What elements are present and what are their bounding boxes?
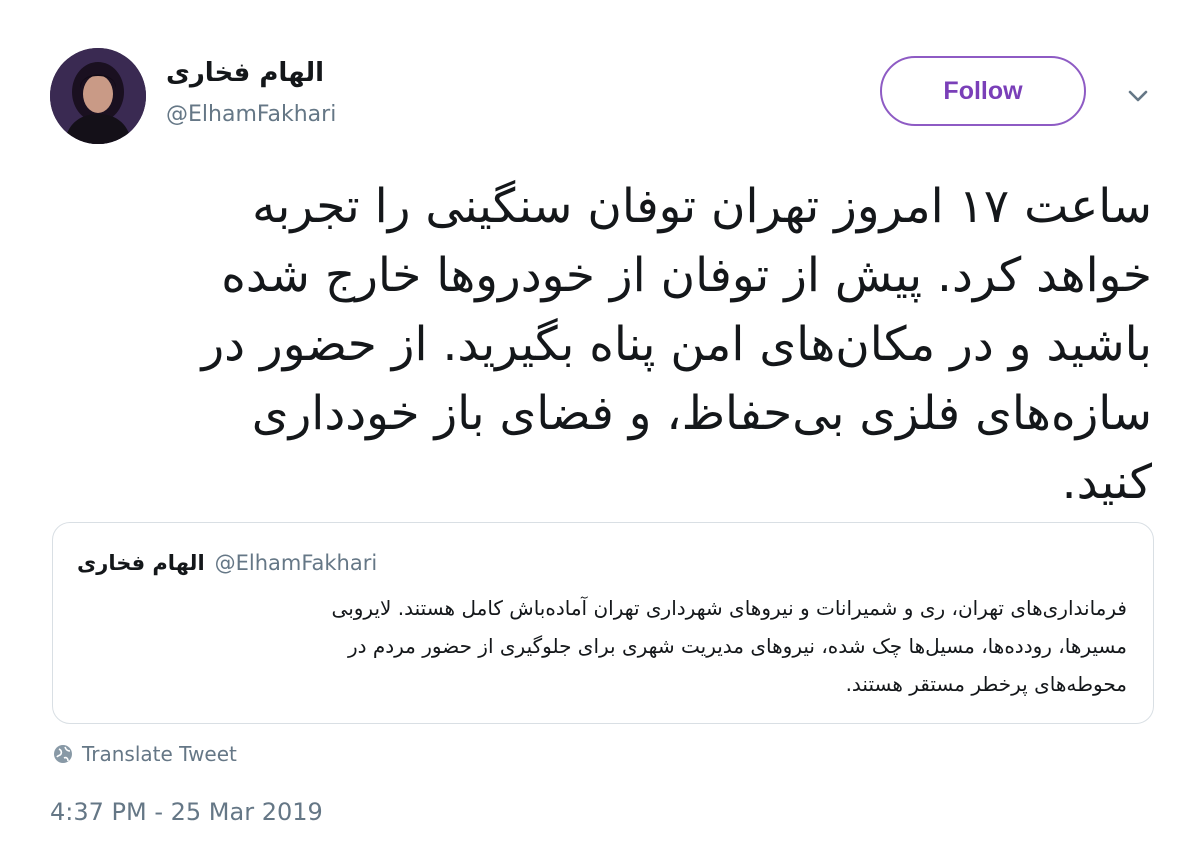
quoted-tweet-display-name: الهام فخاری — [77, 551, 205, 575]
translate-tweet-label: Translate Tweet — [82, 742, 237, 766]
quoted-tweet-header: الهام فخاری @ElhamFakhari — [77, 551, 377, 575]
globe-icon — [54, 745, 72, 763]
avatar[interactable] — [50, 48, 146, 144]
quoted-tweet-text: فرمانداری‌های تهران، ری و شمیرانات و نیر… — [331, 596, 1127, 696]
avatar-icon — [50, 48, 146, 144]
chevron-down-icon — [1128, 90, 1148, 102]
tweet-timestamp[interactable]: 4:37 PM - 25 Mar 2019 — [50, 798, 323, 826]
follow-button[interactable]: Follow — [880, 56, 1086, 126]
author-handle[interactable]: @ElhamFakhari — [166, 102, 336, 127]
author-display-name[interactable]: الهام فخاری — [166, 58, 324, 88]
quoted-tweet-card[interactable]: الهام فخاری @ElhamFakhari فرمانداری‌های … — [52, 522, 1154, 724]
quoted-tweet-handle: @ElhamFakhari — [214, 551, 378, 575]
tweet-text: ساعت ۱۷ امروز تهران توفان سنگینی را تجرب… — [201, 179, 1152, 510]
tweet-menu-button[interactable] — [1124, 82, 1152, 110]
translate-tweet-link[interactable]: Translate Tweet — [52, 742, 237, 766]
